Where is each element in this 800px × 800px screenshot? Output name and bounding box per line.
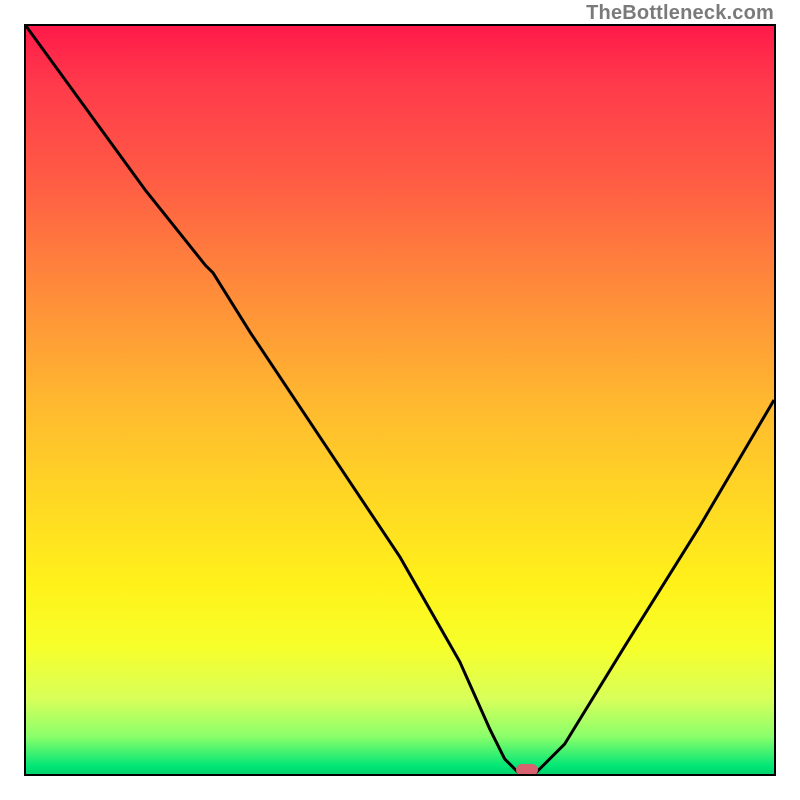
chart-container: TheBottleneck.com — [0, 0, 800, 800]
gradient-background — [26, 26, 774, 774]
watermark-text: TheBottleneck.com — [586, 2, 774, 25]
optimal-point-marker — [516, 764, 538, 776]
plot-area — [24, 24, 776, 776]
